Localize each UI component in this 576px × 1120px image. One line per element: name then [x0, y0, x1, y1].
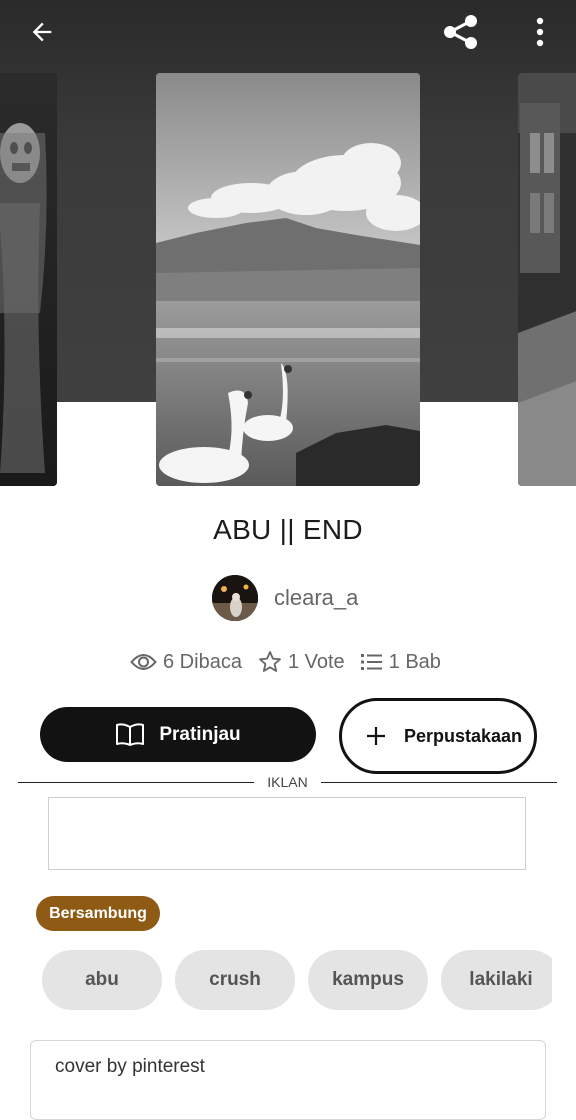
reads-count: 6 Dibaca [163, 650, 242, 673]
ad-divider-left [18, 782, 254, 783]
tag-chip[interactable]: kampus [308, 950, 428, 1010]
cover-previous-story[interactable] [0, 73, 57, 486]
ad-slot[interactable] [48, 797, 526, 870]
share-icon [444, 15, 477, 49]
story-description: cover by pinterest [30, 1040, 546, 1120]
list-icon [360, 654, 382, 670]
library-label: Perpustakaan [404, 726, 523, 746]
preview-label: Pratinjau [159, 723, 241, 745]
tag-list: abu crush kampus lakilaki [42, 950, 552, 1010]
back-button[interactable] [18, 8, 66, 56]
parts-count: 1 Bab [388, 650, 441, 673]
more-vertical-icon [536, 17, 544, 47]
tag-chip[interactable]: abu [42, 950, 162, 1010]
more-options-button[interactable] [516, 8, 564, 56]
tag-chip[interactable]: crush [175, 950, 295, 1010]
add-to-library-button[interactable]: Perpustakaan [339, 698, 537, 774]
reads-stat: 6 Dibaca [130, 651, 242, 674]
share-button[interactable] [437, 8, 485, 56]
eye-icon [130, 654, 157, 670]
author-row[interactable]: cleara_a [212, 575, 358, 621]
author-name[interactable]: cleara_a [274, 585, 358, 611]
star-icon [259, 651, 281, 672]
tag-chip[interactable]: lakilaki [441, 950, 552, 1010]
parts-stat: 1 Bab [360, 650, 441, 674]
ad-divider-right [321, 782, 557, 783]
story-stats: 6 Dibaca 1 Vote 1 Bab [130, 648, 457, 676]
top-app-bar [0, 0, 576, 64]
story-title: ABU || END [213, 514, 363, 545]
cover-current-story[interactable] [156, 73, 420, 486]
arrow-left-icon [32, 22, 52, 42]
votes-count: 1 Vote [287, 650, 345, 673]
status-badge: Bersambung [36, 896, 160, 931]
preview-button[interactable]: Pratinjau [40, 707, 316, 762]
votes-stat: 1 Vote [258, 650, 345, 674]
avatar[interactable] [212, 575, 258, 621]
plus-icon [367, 727, 385, 745]
ad-label: IKLAN [267, 774, 308, 790]
book-open-icon [116, 722, 145, 746]
cover-next-story[interactable] [518, 73, 576, 486]
